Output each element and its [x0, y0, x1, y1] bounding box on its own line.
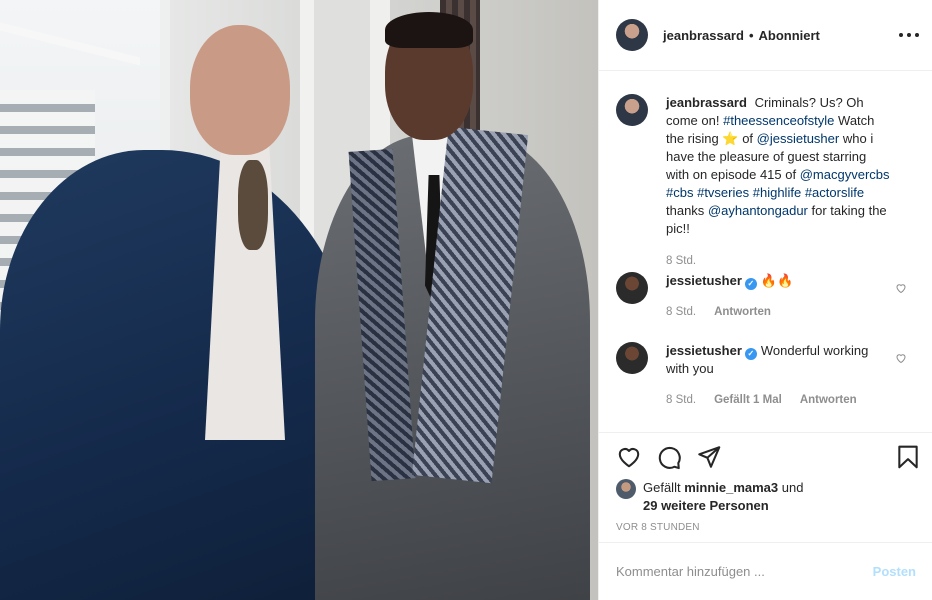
- comment-likes-count[interactable]: Gefällt 1 Mal: [714, 391, 782, 409]
- caption-text-part: of: [742, 131, 754, 146]
- likes-text: Gefällt minnie_mama3 und 29 weitere Pers…: [643, 479, 803, 515]
- comments-list: jeanbrassard Criminals? Us? Oh come on! …: [599, 72, 932, 432]
- hashtag-link[interactable]: #cbs: [666, 185, 693, 200]
- mention-link[interactable]: @macgyvercbs: [800, 167, 890, 182]
- post-actions: Gefällt minnie_mama3 und 29 weitere Pers…: [599, 432, 932, 542]
- add-comment-bar: Posten: [599, 542, 932, 600]
- comment-username[interactable]: jessietusher: [666, 343, 742, 358]
- post-header: jeanbrassard • Abonniert: [599, 0, 932, 71]
- comment-body: jessietusher ✓ 🔥🔥 8 Std. Antworten: [666, 272, 891, 321]
- hashtag-link[interactable]: #highlife: [753, 185, 801, 200]
- likes-and: und: [781, 480, 804, 495]
- post-comment-button[interactable]: Posten: [873, 564, 916, 579]
- heart-icon[interactable]: [616, 444, 642, 470]
- comment-time[interactable]: 8 Std.: [666, 303, 696, 321]
- post-side-panel: jeanbrassard • Abonniert jeanbrassard Cr…: [598, 0, 932, 600]
- likes-prefix: Gefällt: [643, 480, 681, 495]
- mention-link[interactable]: @ayhantongadur: [708, 203, 808, 218]
- reply-button[interactable]: Antworten: [800, 391, 857, 409]
- comment-text: jessietusher ✓ Wonderful working with you: [666, 342, 891, 378]
- caption-text: jeanbrassard Criminals? Us? Oh come on! …: [666, 94, 891, 238]
- likes-summary: Gefällt minnie_mama3 und 29 weitere Pers…: [616, 479, 803, 515]
- paper-plane-icon[interactable]: [696, 444, 722, 470]
- star-emoji: ⭐: [722, 131, 739, 146]
- comment-body: jessietusher ✓ Wonderful working with you …: [666, 342, 891, 409]
- caption-body: jeanbrassard Criminals? Us? Oh come on! …: [666, 94, 891, 270]
- comment-item: jessietusher ✓ Wonderful working with you …: [616, 342, 921, 409]
- comment-text: jessietusher ✓ 🔥🔥: [666, 272, 891, 290]
- caption-username[interactable]: jeanbrassard: [666, 95, 747, 110]
- verified-badge-icon: ✓: [744, 348, 757, 360]
- bookmark-icon[interactable]: [895, 444, 921, 470]
- hashtag-link[interactable]: #actorslife: [805, 185, 864, 200]
- comment-input[interactable]: [616, 564, 873, 579]
- caption-text-part: thanks: [666, 203, 705, 218]
- likes-others-link[interactable]: 29 weitere Personen: [643, 498, 769, 513]
- comment-avatar[interactable]: [616, 272, 648, 304]
- verified-badge-icon: ✓: [744, 278, 757, 290]
- post-photo[interactable]: [0, 0, 598, 600]
- comment-like-heart-icon[interactable]: [895, 352, 907, 364]
- hashtag-link[interactable]: #theessenceofstyle: [723, 113, 834, 128]
- mention-link[interactable]: @jessietusher: [757, 131, 840, 146]
- person-left-head: [190, 25, 290, 155]
- comment-like-heart-icon[interactable]: [895, 282, 907, 294]
- comment-item: jessietusher ✓ 🔥🔥 8 Std. Antworten: [616, 272, 921, 321]
- person-left-ascot: [238, 160, 268, 250]
- hashtag-link[interactable]: #tvseries: [697, 185, 749, 200]
- comment-meta: 8 Std. Gefällt 1 Mal Antworten: [666, 391, 891, 409]
- comment-username[interactable]: jessietusher: [666, 273, 742, 288]
- header-username[interactable]: jeanbrassard: [663, 28, 744, 43]
- caption-meta: 8 Std.: [666, 252, 891, 270]
- caption-item: jeanbrassard Criminals? Us? Oh come on! …: [616, 94, 921, 270]
- comment-content: 🔥🔥: [760, 273, 794, 288]
- post-timestamp[interactable]: VOR 8 STUNDEN: [616, 522, 700, 533]
- avatar[interactable]: [616, 19, 648, 51]
- caption-avatar[interactable]: [616, 94, 648, 126]
- comment-icon[interactable]: [656, 444, 682, 470]
- follow-status-button[interactable]: Abonniert: [759, 28, 820, 43]
- comment-meta: 8 Std. Antworten: [666, 303, 891, 321]
- person-right-hair: [385, 12, 473, 48]
- comment-avatar[interactable]: [616, 342, 648, 374]
- comment-time[interactable]: 8 Std.: [666, 391, 696, 409]
- liker-avatar[interactable]: [616, 479, 636, 499]
- header-separator: •: [748, 27, 754, 43]
- caption-time[interactable]: 8 Std.: [666, 252, 696, 270]
- liker-username[interactable]: minnie_mama3: [684, 480, 778, 495]
- more-options-icon[interactable]: [899, 26, 919, 44]
- reply-button[interactable]: Antworten: [714, 303, 771, 321]
